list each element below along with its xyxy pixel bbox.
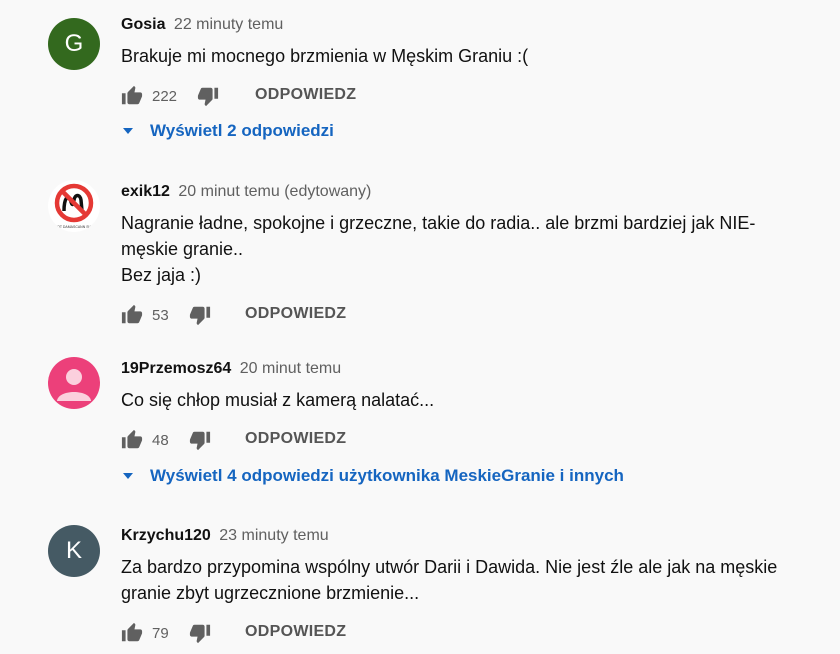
comment-header: Gosia 22 minuty temu bbox=[121, 16, 283, 34]
thumbs-down-icon[interactable] bbox=[189, 622, 211, 644]
default-user-icon bbox=[57, 369, 91, 401]
avatar[interactable]: K bbox=[48, 525, 100, 577]
comment-timestamp[interactable]: 20 minut temu bbox=[240, 360, 341, 377]
thumbs-up-icon[interactable] bbox=[121, 85, 143, 107]
comment-text: Za bardzo przypomina wspólny utwór Darii… bbox=[121, 557, 778, 603]
author-name[interactable]: Krzychu120 bbox=[121, 527, 211, 544]
author-name[interactable]: Gosia bbox=[121, 16, 165, 33]
reply-button[interactable]: ODPOWIEDZ bbox=[245, 305, 346, 323]
caret-down-icon bbox=[121, 471, 135, 481]
comment-timestamp[interactable]: 22 minuty temu bbox=[174, 16, 283, 33]
comment-actions: 79 ODPOWIEDZ bbox=[121, 621, 346, 645]
like-count: 79 bbox=[152, 624, 169, 642]
thumbs-down-icon[interactable] bbox=[189, 304, 211, 326]
caret-down-icon bbox=[121, 126, 135, 136]
thumbs-up-icon[interactable] bbox=[121, 622, 143, 644]
thumbs-down-icon[interactable] bbox=[189, 429, 211, 451]
avatar[interactable]: G bbox=[48, 18, 100, 70]
comment-text: Co się chłop musiał z kamerą nalatać... bbox=[121, 390, 435, 410]
comment-text: Nagranie ładne, spokojne i grzeczne, tak… bbox=[121, 213, 756, 285]
comment-header: 19Przemosz64 20 minut temu bbox=[121, 360, 341, 378]
comment-actions: 222 ODPOWIEDZ bbox=[121, 84, 356, 108]
avatar-caption: NOT DAMASCANN SUP bbox=[55, 225, 94, 229]
no-m-sign-icon: NOT DAMASCANN SUP bbox=[55, 183, 94, 229]
like-count: 53 bbox=[152, 306, 169, 324]
view-replies-button[interactable]: Wyświetl 4 odpowiedzi użytkownika Meskie… bbox=[121, 466, 624, 486]
comment-actions: 53 ODPOWIEDZ bbox=[121, 303, 346, 327]
reply-button[interactable]: ODPOWIEDZ bbox=[245, 430, 346, 448]
avatar[interactable] bbox=[48, 357, 100, 409]
reply-button[interactable]: ODPOWIEDZ bbox=[255, 86, 356, 104]
view-replies-label: Wyświetl 2 odpowiedzi bbox=[150, 121, 334, 140]
thumbs-up-icon[interactable] bbox=[121, 429, 143, 451]
comment-header: exik12 20 minut temu (edytowany) bbox=[121, 183, 371, 201]
like-count: 222 bbox=[152, 87, 178, 105]
avatar[interactable]: NOT DAMASCANN SUP bbox=[48, 180, 100, 232]
comment-text: Brakuje mi mocnego brzmienia w Męskim Gr… bbox=[121, 46, 529, 66]
author-name[interactable]: exik12 bbox=[121, 183, 170, 200]
view-replies-label: Wyświetl 4 odpowiedzi użytkownika Meskie… bbox=[150, 466, 624, 485]
comment-timestamp[interactable]: 20 minut temu (edytowany) bbox=[178, 183, 371, 200]
author-name[interactable]: 19Przemosz64 bbox=[121, 360, 231, 377]
avatar-letter: G bbox=[64, 30, 84, 57]
comment-header: Krzychu120 23 minuty temu bbox=[121, 527, 329, 545]
avatar-letter: K bbox=[65, 537, 82, 564]
comment-actions: 48 ODPOWIEDZ bbox=[121, 428, 346, 452]
thumbs-down-icon[interactable] bbox=[197, 85, 219, 107]
comment-timestamp[interactable]: 23 minuty temu bbox=[219, 527, 328, 544]
like-count: 48 bbox=[152, 431, 169, 449]
thumbs-up-icon[interactable] bbox=[121, 304, 143, 326]
reply-button[interactable]: ODPOWIEDZ bbox=[245, 623, 346, 641]
view-replies-button[interactable]: Wyświetl 2 odpowiedzi bbox=[121, 121, 334, 141]
